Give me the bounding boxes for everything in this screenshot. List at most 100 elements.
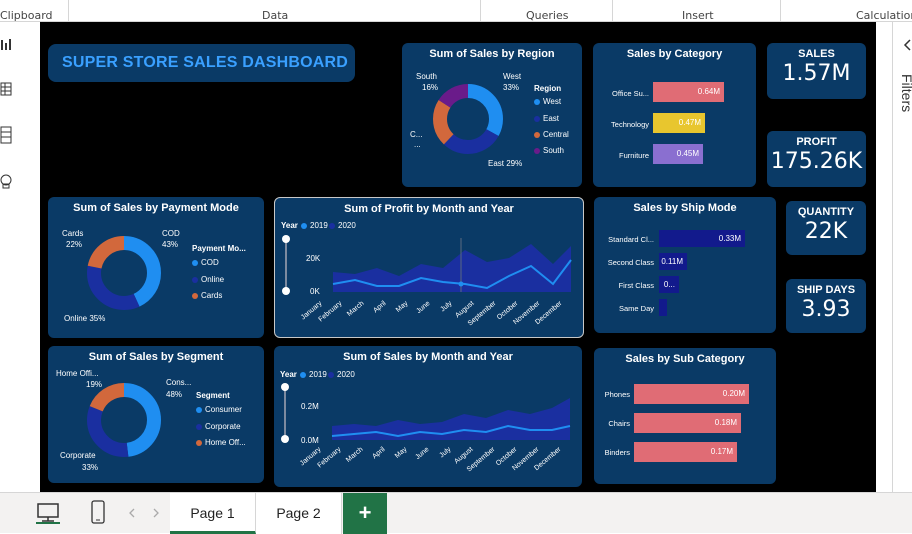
segment-label-home: Home Offi... (56, 369, 99, 378)
region-donut-card[interactable]: Sum of Sales by Region South 16% West 33… (402, 43, 582, 187)
kpi-shipdays-value: 3.93 (801, 297, 851, 322)
category-bar-office[interactable]: 0.64M (653, 82, 724, 102)
payment-legend-online[interactable]: Online (192, 275, 224, 284)
region-legend-central[interactable]: Central (534, 130, 569, 139)
profit-area-plot[interactable] (331, 238, 573, 296)
shipmode-bar-card[interactable]: Sales by Ship Mode Standard Cl... 0.33M … (594, 197, 776, 333)
bar-value: 0.47M (678, 118, 701, 127)
mobile-layout-icon[interactable] (90, 500, 106, 524)
next-page-icon[interactable] (152, 508, 160, 518)
ribbon: Clipboard Data Queries Insert Calculatio… (0, 0, 912, 22)
legend-dot (328, 371, 334, 378)
report-view-icon[interactable] (0, 38, 12, 52)
sales-area-plot[interactable] (330, 390, 572, 442)
shipmode-bar-standard[interactable]: 0.33M (659, 230, 745, 247)
segment-legend-home-office[interactable]: Home Off... (196, 438, 246, 447)
add-page-button[interactable]: + (343, 493, 387, 534)
ribbon-separator (780, 0, 781, 22)
shipmode-bar-first[interactable]: 0... (659, 276, 679, 293)
legend-dot (300, 371, 306, 378)
payment-legend-title: Payment Mo... (192, 244, 246, 253)
payment-label-cod-pct: 43% (162, 240, 179, 249)
payment-chart-title: Sum of Sales by Payment Mode (73, 202, 239, 214)
region-legend-east[interactable]: East (534, 114, 559, 123)
dashboard-title: SUPER STORE SALES DASHBOARD (62, 54, 349, 71)
dax-query-icon[interactable] (0, 172, 12, 190)
payment-label-cod: COD (162, 229, 180, 238)
ribbon-group-calculation[interactable]: Calculation (856, 9, 912, 22)
subcategory-bar-chairs[interactable]: 0.18M (634, 413, 741, 433)
sales-ytick-02m: 0.2M (301, 402, 319, 411)
subcategory-bar-phones[interactable]: 0.20M (634, 384, 749, 404)
shipmode-label-second: Second Class (607, 258, 654, 267)
segment-label-home-pct: 19% (86, 380, 103, 389)
profit-area-card[interactable]: Sum of Profit by Month and Year Year 201… (274, 197, 584, 338)
payment-donut-card[interactable]: Sum of Sales by Payment Mode Cards 22% C… (48, 197, 264, 338)
legend-dot (196, 406, 202, 413)
region-legend-west[interactable]: West (534, 97, 561, 106)
ribbon-group-clipboard[interactable]: Clipboard (0, 9, 53, 22)
kpi-sales-card[interactable]: SALES 1.57M (767, 43, 866, 99)
category-chart-title: Sales by Category (626, 48, 723, 60)
region-label-east: East 29% (488, 159, 523, 168)
table-view-icon[interactable] (0, 82, 12, 96)
region-label-south: South (416, 72, 437, 81)
payment-legend-cod[interactable]: COD (192, 258, 219, 267)
subcategory-bar-binders[interactable]: 0.17M (634, 442, 737, 462)
sales-range-slider[interactable] (280, 382, 290, 444)
region-legend-south[interactable]: South (534, 146, 564, 155)
bar-value: 0.33M (718, 234, 741, 243)
segment-legend-consumer[interactable]: Consumer (196, 405, 242, 414)
segment-legend-corporate[interactable]: Corporate (196, 422, 241, 431)
ribbon-group-data[interactable]: Data (262, 9, 288, 22)
sales-legend-2019[interactable]: 2019 (300, 370, 327, 379)
profit-ytick-20k: 20K (306, 254, 321, 263)
ribbon-group-insert[interactable]: Insert (682, 9, 714, 22)
filters-pane-label[interactable]: Filters (899, 74, 912, 112)
legend-dot (534, 131, 540, 138)
bar-value: 0... (663, 280, 675, 289)
kpi-shipdays-card[interactable]: SHIP DAYS 3.93 (786, 279, 866, 333)
segment-legend-title: Segment (196, 391, 230, 400)
shipmode-bar-second[interactable]: 0.11M (659, 253, 687, 270)
payment-legend-cards[interactable]: Cards (192, 291, 222, 300)
profit-legend-2020[interactable]: 2020 (329, 221, 356, 230)
kpi-quantity-card[interactable]: QUANTITY 22K (786, 201, 866, 255)
profit-legend-2019[interactable]: 2019 (301, 221, 328, 230)
category-label-office: Office Su... (612, 89, 649, 98)
legend-dot (192, 276, 198, 283)
sales-legend-2020[interactable]: 2020 (328, 370, 355, 379)
desktop-layout-icon[interactable] (36, 502, 60, 524)
legend-dot (196, 439, 202, 446)
profit-range-slider[interactable] (281, 234, 291, 296)
category-label-technology: Technology (611, 120, 649, 129)
legend-label: 2019 (309, 370, 327, 379)
category-bar-card[interactable]: Sales by Category Office Su... 0.64M Tec… (593, 43, 756, 187)
kpi-profit-card[interactable]: PROFIT 175.26K (767, 131, 866, 187)
category-bar-technology[interactable]: 0.47M (653, 113, 705, 133)
bar-value: 0.18M (714, 418, 737, 427)
category-label-furniture: Furniture (618, 151, 649, 160)
filters-pane[interactable]: Filters (892, 22, 912, 492)
tab-page-2[interactable]: Page 2 (256, 493, 342, 534)
profit-hover-point[interactable] (458, 281, 464, 287)
profit-area-2020[interactable] (333, 244, 571, 292)
category-bar-furniture[interactable]: 0.45M (653, 144, 703, 164)
subcategory-bar-card[interactable]: Sales by Sub Category Phones 0.20M Chair… (594, 348, 776, 484)
prev-page-icon[interactable] (128, 508, 136, 518)
kpi-quantity-label: QUANTITY (797, 206, 855, 218)
sales-area-card[interactable]: Sum of Sales by Month and Year Year 2019… (274, 346, 582, 487)
segment-donut[interactable] (84, 380, 164, 460)
sales-year-label: Year (280, 370, 297, 379)
collapse-chevron-icon[interactable] (902, 38, 912, 52)
payment-donut[interactable] (84, 233, 164, 313)
shipmode-label-first: First Class (618, 281, 654, 290)
model-view-icon[interactable] (0, 126, 12, 144)
shipmode-bar-sameday[interactable] (659, 299, 667, 316)
kpi-sales-label: SALES (798, 48, 835, 60)
ribbon-group-queries[interactable]: Queries (526, 9, 568, 22)
tab-page-1[interactable]: Page 1 (170, 493, 256, 534)
region-donut[interactable] (430, 81, 506, 157)
segment-donut-card[interactable]: Sum of Sales by Segment Home Offi... 19%… (48, 346, 264, 483)
legend-label: South (543, 146, 564, 155)
